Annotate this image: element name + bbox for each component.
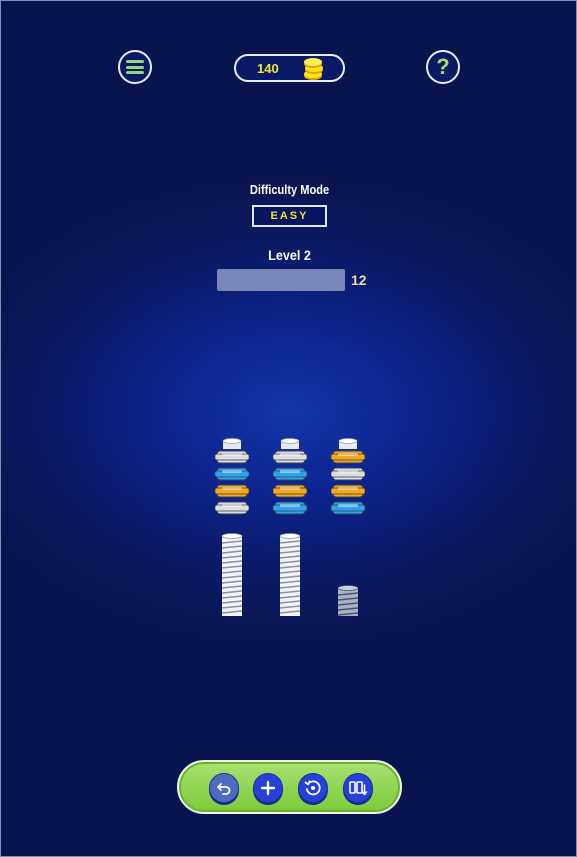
moves-counter: 12 — [351, 272, 367, 288]
level-label: Level 2 — [268, 247, 311, 263]
restart-button[interactable] — [298, 773, 328, 803]
menu-button[interactable] — [118, 50, 152, 84]
help-button[interactable]: ? — [426, 50, 460, 84]
add-bolt-button[interactable] — [253, 773, 283, 803]
nut-blue — [272, 501, 308, 515]
nut-orange — [214, 484, 250, 498]
nut-orange — [330, 450, 366, 464]
question-mark-icon: ? — [436, 54, 450, 79]
nut-blue — [272, 467, 308, 481]
bolt-top-cap — [222, 438, 242, 449]
restart-icon — [304, 780, 321, 796]
bottom-toolbar — [177, 760, 402, 814]
nut-white — [214, 450, 250, 464]
bolt-3[interactable] — [336, 585, 360, 617]
nut-blue — [330, 501, 366, 515]
undo-icon — [217, 783, 231, 795]
nut-orange — [272, 484, 308, 498]
nut-blue — [214, 467, 250, 481]
nut-stack-1[interactable] — [214, 437, 250, 519]
coin-counter: 140 — [234, 54, 345, 82]
swap-icon — [349, 781, 368, 796]
bolt-2[interactable] — [278, 533, 302, 617]
nut-white — [272, 450, 308, 464]
difficulty-label: Difficulty Mode — [249, 182, 330, 197]
nut-white — [214, 501, 250, 515]
swap-button[interactable] — [343, 773, 373, 803]
nut-stack-3[interactable] — [330, 437, 366, 519]
level-progress-bar — [217, 269, 345, 291]
difficulty-badge: EASY — [252, 205, 327, 227]
nut-stack-2[interactable] — [272, 437, 308, 519]
hamburger-menu-icon — [126, 60, 144, 74]
undo-button[interactable] — [209, 773, 239, 803]
bolt-top-cap — [280, 438, 300, 449]
bolt-top-cap — [338, 438, 358, 449]
game-screen: 140 ? Difficulty Mode EASY Level 2 12 — [0, 0, 577, 857]
coin-stack-icon — [304, 58, 323, 80]
nut-white — [330, 467, 366, 481]
bolt-1[interactable] — [220, 533, 244, 617]
nut-orange — [330, 484, 366, 498]
add-bolt-icon — [260, 780, 276, 796]
coin-count: 140 — [257, 61, 279, 76]
